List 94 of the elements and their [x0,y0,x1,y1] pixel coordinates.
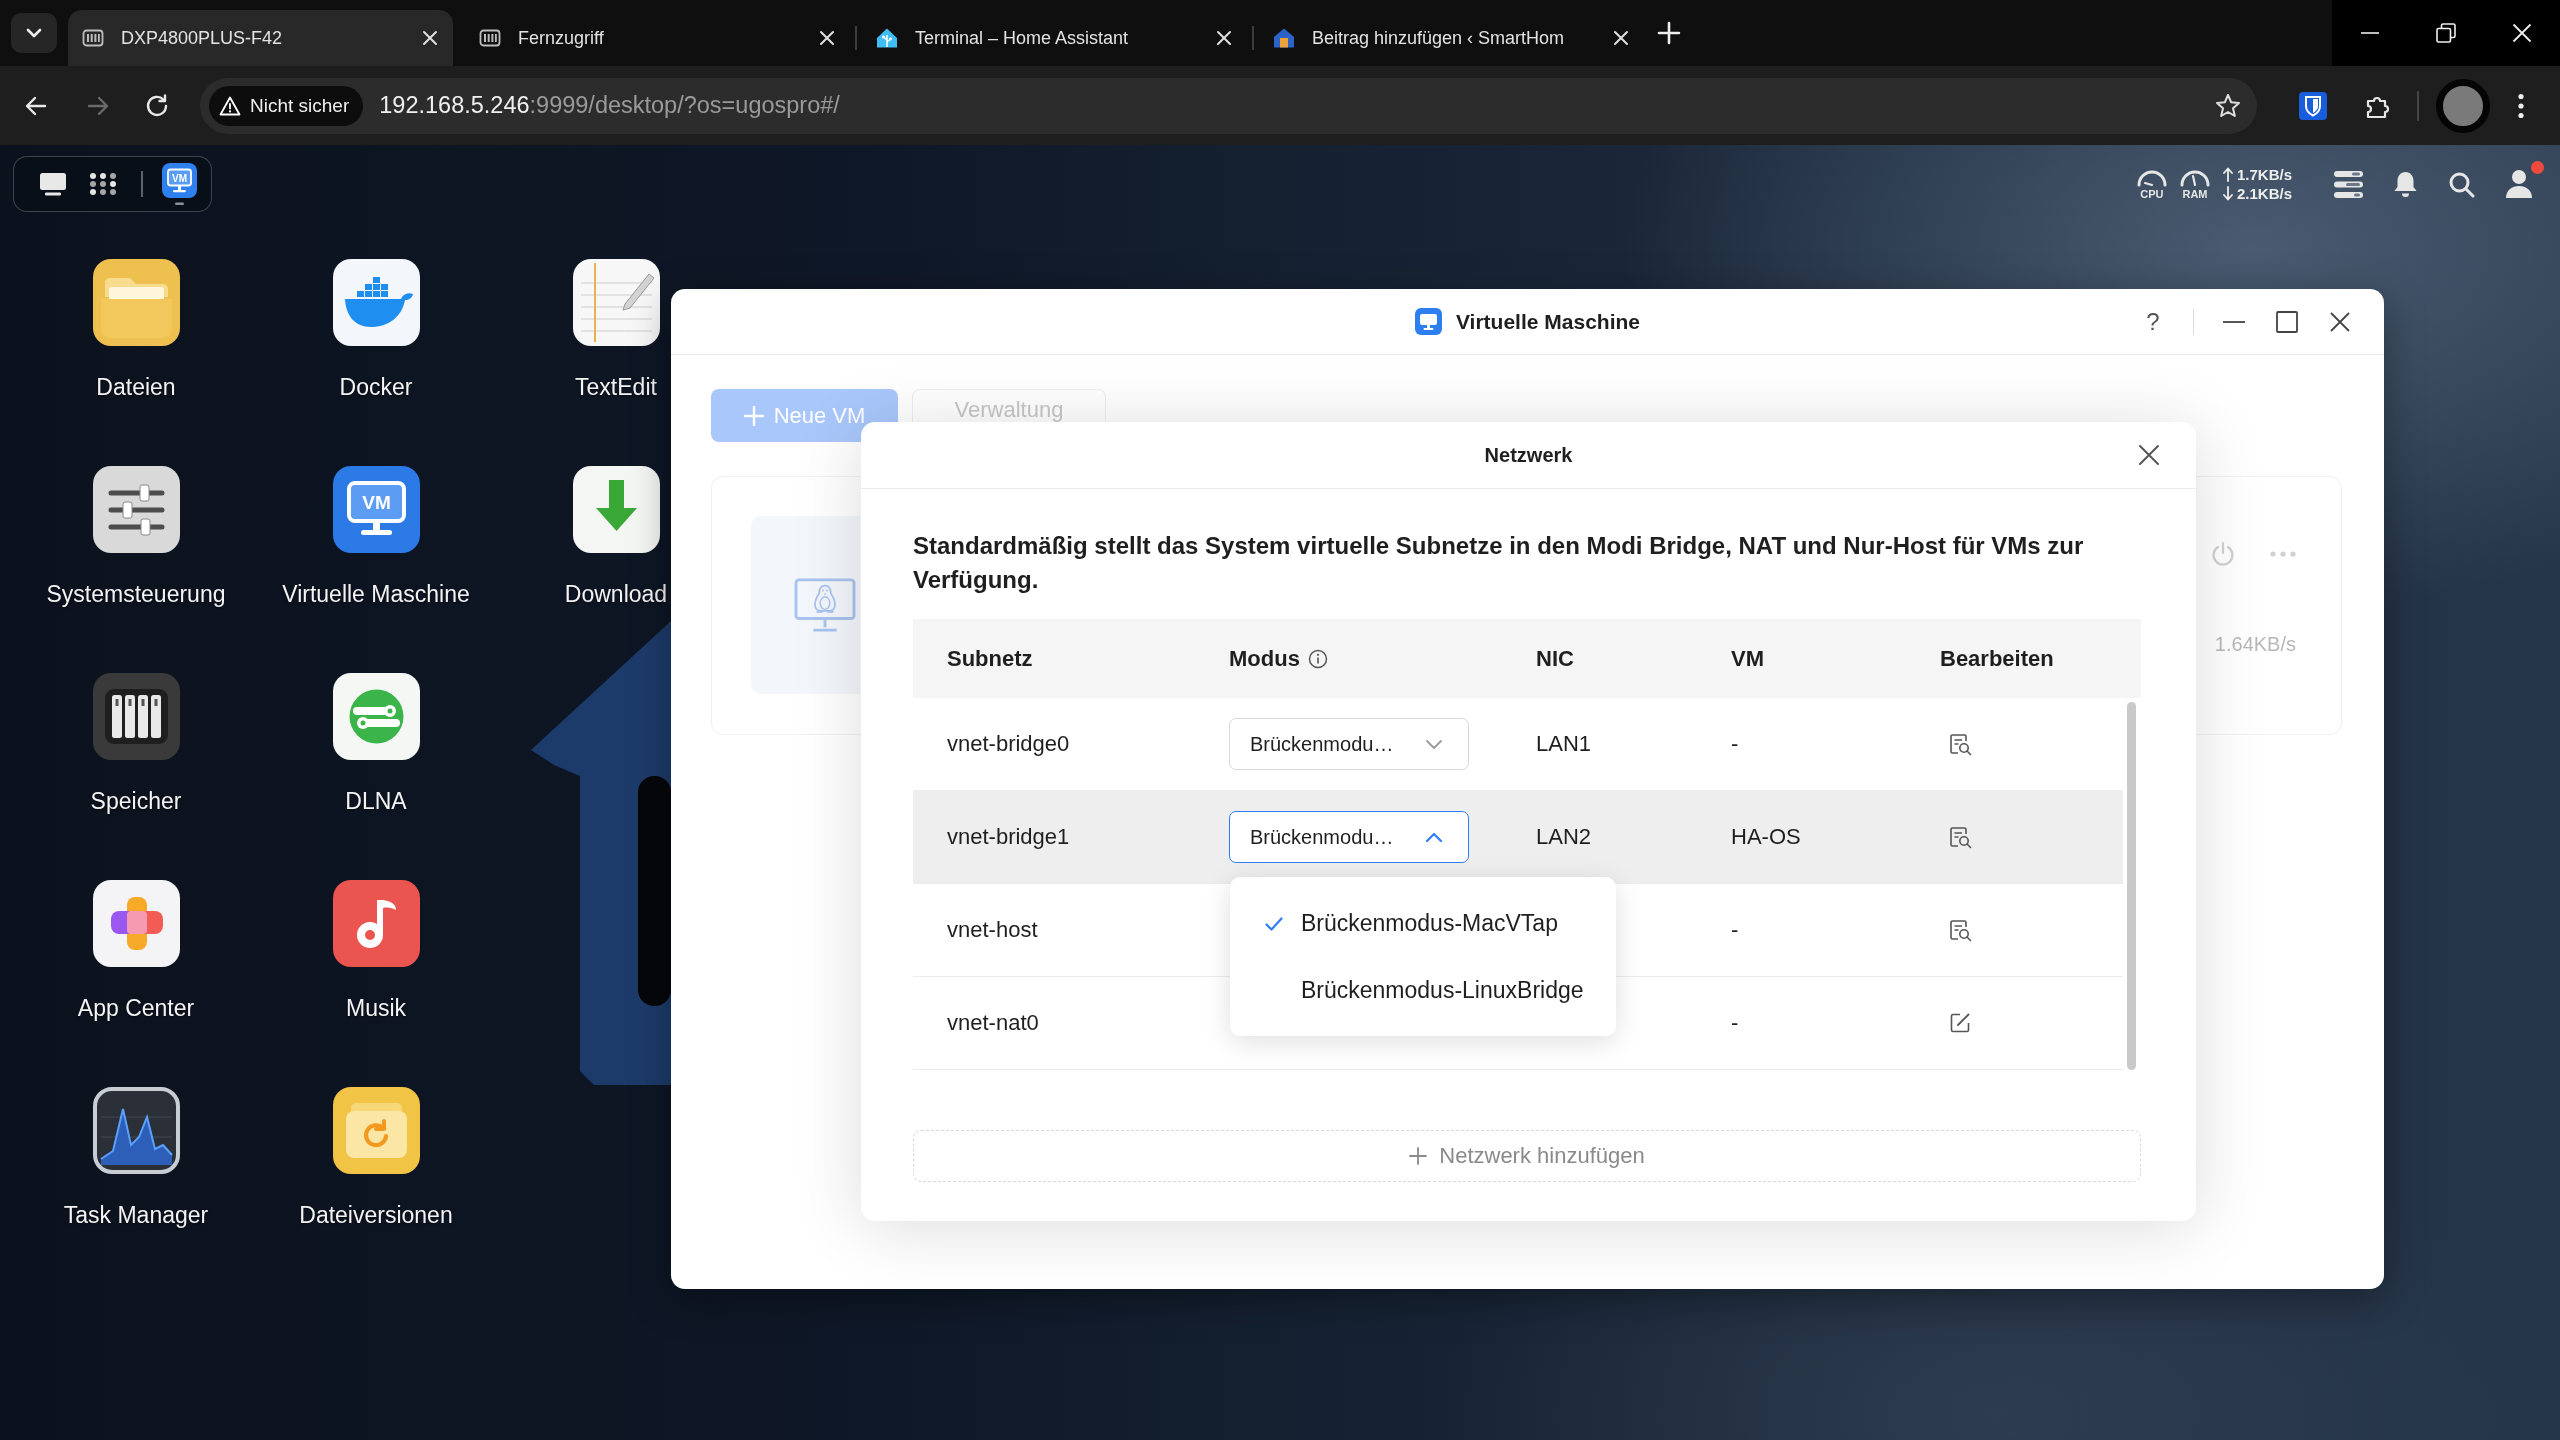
app-label: Dateiversionen [299,1201,453,1229]
sliders-icon[interactable] [92,466,180,553]
help-button[interactable]: ? [2146,307,2160,336]
column-header: Bearbeiten [1940,645,2054,672]
house-icon [876,27,898,49]
plus-icon [1409,1147,1428,1165]
app-label: Download [564,580,668,608]
info-icon[interactable] [1307,648,1328,669]
list-icon[interactable] [2334,170,2363,198]
search-icon[interactable] [2448,170,2475,198]
gauge-icon[interactable] [2135,168,2168,187]
app-label: DLNA [345,787,407,815]
plus-icon[interactable] [1656,20,1682,46]
close-icon[interactable] [2138,444,2160,466]
maximize-icon[interactable] [2275,309,2299,334]
bell-icon[interactable] [2392,170,2419,198]
restore-icon[interactable] [2436,23,2456,43]
app-label: App Center [77,994,195,1022]
browser-tab[interactable]: DXP4800PLUS-F42 [68,10,453,66]
house-icon [1273,27,1295,49]
address-bar[interactable]: Nicht sicher 192.168.5.246:9999/desktop/?os=ugospro#/ [200,77,2257,134]
column-header: Modus [1229,645,1300,672]
dialog-title: Netzwerk [1484,443,1573,467]
app-label: Docker [339,373,413,401]
scrollbar-thumb[interactable] [2127,702,2136,1070]
app-grid-icon[interactable] [89,172,117,196]
network-speed: 1.64KB/s [2214,632,2296,656]
close-icon[interactable] [1215,29,1233,47]
table-cell: vnet-host [947,917,1038,942]
chevron-up-icon [1425,831,1443,843]
table-cell: vnet-bridge1 [947,824,1070,849]
app-label: Musik [345,994,407,1022]
download-speed: 2.1KB/s [2236,184,2292,203]
overlapping-blocks-icon[interactable] [92,880,180,967]
table-cell: - [1731,731,1739,756]
table-cell: vnet-bridge0 [947,731,1070,756]
drive-bays-icon [479,27,501,49]
profile-avatar[interactable] [2436,78,2490,133]
mode-select[interactable]: Brückenmodu… [1229,811,1469,863]
app-label: Virtuelle Maschine [282,580,470,608]
dropdown-option[interactable]: Brückenmodus-LinuxBridge [1230,957,1616,1024]
plus-icon [743,405,764,426]
column-header: VM [1731,645,1764,672]
close-icon[interactable] [421,29,439,47]
close-icon[interactable] [2328,309,2352,334]
notepad-icon[interactable] [572,259,660,346]
browser-tab[interactable]: Fernzugriff [465,10,850,66]
activity-chart-icon[interactable] [92,1087,180,1174]
chevron-down-icon [1425,738,1443,750]
drive-bays-icon [82,27,104,49]
security-chip[interactable]: Nicht sicher [209,85,364,126]
app-label: Speicher [90,787,182,815]
star-icon[interactable] [2215,92,2241,119]
table-cell: LAN2 [1536,824,1592,849]
more-icon[interactable] [2517,92,2525,119]
monitor-icon[interactable] [39,172,67,196]
document-search-icon[interactable] [1948,918,1972,942]
dialog-description: Standardmäßig stellt das System virtuelle Subnetze in den Modi Bridge, NAT und Nur-Host für VMs zur Verfügung. [913,531,2085,595]
monitor-icon [1415,308,1442,335]
folder-icon[interactable] [92,259,180,346]
vm-thumbnail[interactable] [751,516,860,694]
column-header: NIC [1536,645,1574,672]
close-icon[interactable] [818,29,836,47]
upload-speed: 1.7KB/s [2236,165,2292,184]
table-cell: - [1731,917,1739,942]
monitor-penguin-icon [794,576,856,634]
table-cell: - [1731,1010,1739,1035]
document-search-icon[interactable] [1948,825,1972,849]
app-label: TextEdit [575,373,657,401]
table-cell: LAN1 [1536,731,1592,756]
ram-label: RAM [2182,187,2208,200]
app-label: Systemsteuerung [46,580,226,608]
window-title: Virtuelle Maschine [1456,309,1640,334]
app-label: Dateien [96,373,176,401]
cpu-label: CPU [2140,187,2164,200]
drive-bays-icon[interactable] [92,673,180,760]
mode-select[interactable]: Brückenmodu… [1229,718,1469,770]
reload-icon[interactable] [144,92,170,119]
up-arrow-icon [2222,167,2233,182]
document-search-icon[interactable] [1948,732,1972,756]
edit-icon[interactable] [1948,1011,1972,1035]
whale-icon[interactable] [332,259,420,346]
dropdown-option[interactable]: Brückenmodus-MacVTap [1230,890,1616,957]
music-note-icon[interactable] [332,880,420,967]
shield-icon[interactable] [2299,91,2327,120]
close-icon[interactable] [1612,29,1630,47]
gauge-icon[interactable] [2178,168,2211,187]
down-arrow-icon [2222,186,2233,201]
tab-list-button[interactable] [11,13,57,53]
warning-icon [219,94,241,117]
app-label: Task Manager [63,1201,209,1229]
column-header: Subnetz [947,645,1033,672]
table-cell: HA-OS [1731,824,1801,849]
table-cell: vnet-nat0 [947,1010,1039,1035]
